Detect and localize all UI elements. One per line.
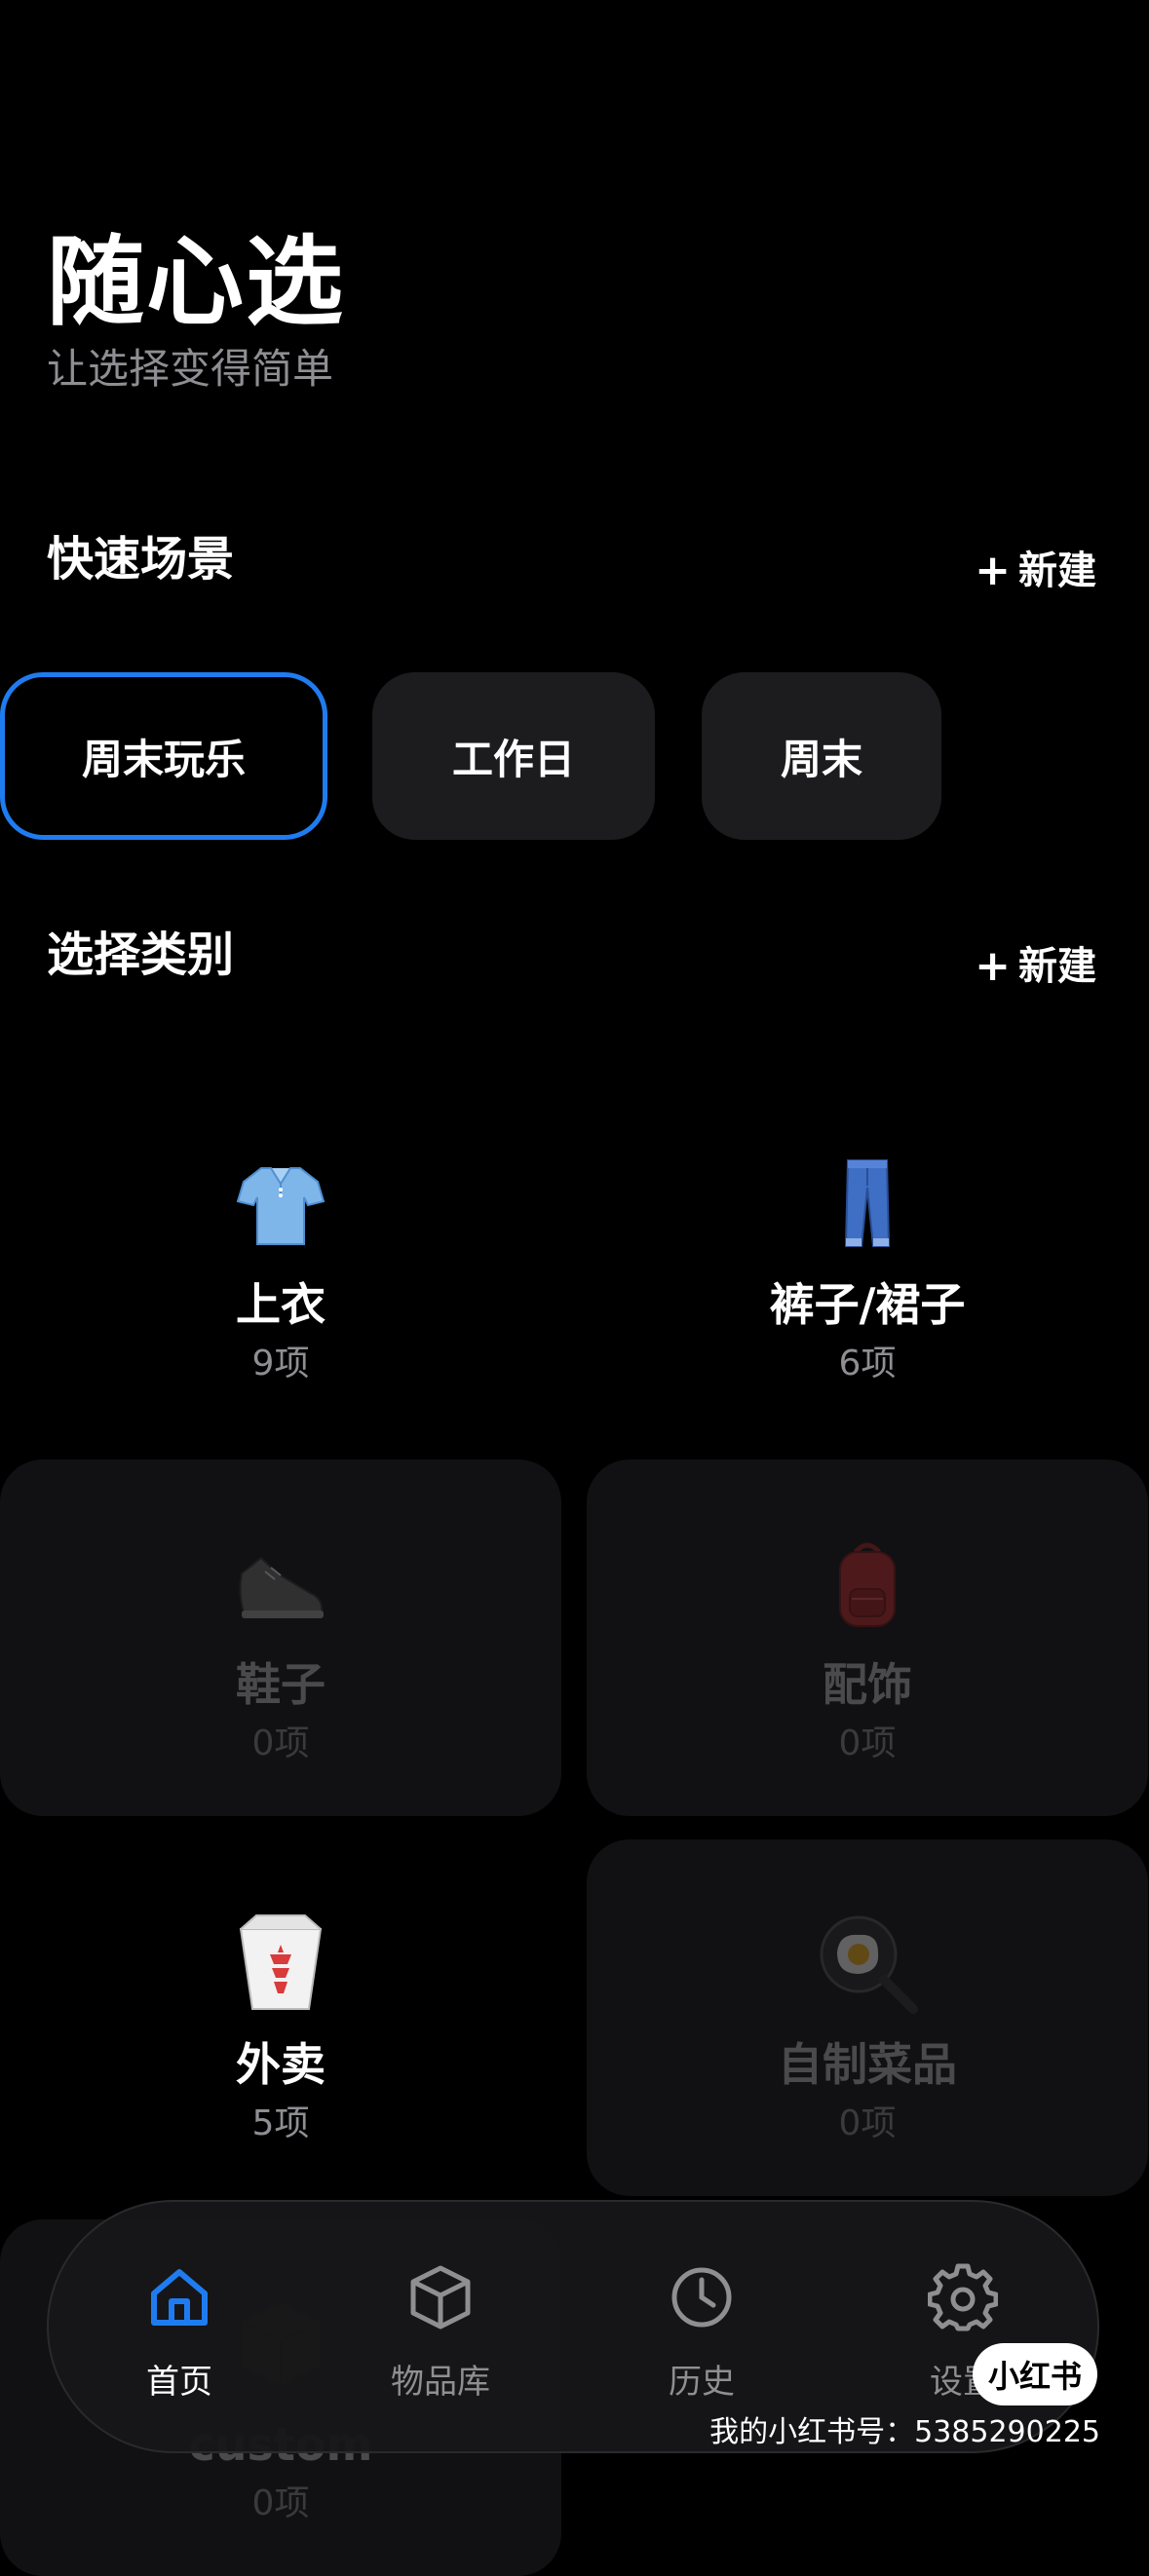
category-name: 鞋子 [236, 1658, 326, 1711]
category-count: 5项 [251, 2103, 310, 2143]
category-card-tops[interactable]: 上衣 9项 [0, 1080, 561, 1436]
new-scene-button[interactable]: + 新建 [975, 549, 1096, 592]
sneaker-icon [0, 1530, 561, 1637]
xiaohongshu-account-id: 我的小红书号：5385290225 [709, 2415, 1100, 2449]
categories-section-title: 选择类别 [47, 928, 235, 982]
category-count: 0项 [838, 1724, 897, 1763]
frying-pan-icon [587, 1910, 1148, 2017]
xiaohongshu-badge: 小红书 [973, 2343, 1097, 2406]
clock-icon [671, 2267, 732, 2328]
category-name: 自制菜品 [778, 2038, 957, 2091]
new-scene-label: 新建 [1018, 549, 1096, 593]
plus-icon: + [975, 546, 1011, 595]
backpack-icon [587, 1530, 1148, 1637]
tab-settings[interactable]: 设置 [856, 2202, 1070, 2451]
category-card-shoes[interactable]: 鞋子 0项 [0, 1459, 561, 1816]
category-count: 6项 [838, 1344, 897, 1383]
tab-label: 首页 [146, 2363, 212, 2402]
gear-icon [928, 2263, 998, 2331]
category-count: 0项 [251, 2483, 310, 2523]
category-card-accessories[interactable]: 配饰 0项 [587, 1459, 1148, 1816]
tab-history[interactable]: 历史 [594, 2202, 809, 2451]
jeans-icon [587, 1150, 1148, 1257]
scene-chip-weekend-fun[interactable]: 周末玩乐 [0, 672, 327, 840]
scene-chip-workday[interactable]: 工作日 [372, 672, 655, 840]
new-category-label: 新建 [1018, 944, 1096, 989]
plus-icon: + [975, 941, 1011, 991]
category-card-homemade[interactable]: 自制菜品 0项 [587, 1839, 1148, 2196]
category-name: 外卖 [236, 2038, 326, 2091]
new-category-button[interactable]: + 新建 [975, 945, 1096, 988]
category-name: 裤子/裙子 [769, 1278, 966, 1331]
app-subtitle: 让选择变得简单 [47, 345, 334, 393]
category-count: 0项 [251, 1724, 310, 1763]
scenes-section-title: 快速场景 [47, 532, 235, 587]
tab-home[interactable]: 首页 [72, 2202, 287, 2451]
tab-label: 物品库 [391, 2363, 490, 2402]
category-count: 9项 [251, 1344, 310, 1383]
category-card-pants-skirts[interactable]: 裤子/裙子 6项 [587, 1080, 1148, 1436]
box-icon [410, 2265, 471, 2330]
home-icon [151, 2269, 208, 2326]
category-count: 0项 [838, 2103, 897, 2143]
tab-library[interactable]: 物品库 [333, 2202, 548, 2451]
category-name: 上衣 [236, 1278, 326, 1331]
t-shirt-icon [0, 1150, 561, 1257]
tab-label: 历史 [669, 2363, 735, 2402]
category-card-takeout[interactable]: 外卖 5项 [0, 1839, 561, 2196]
takeout-box-icon [0, 1910, 561, 2017]
scene-chip-weekend[interactable]: 周末 [702, 672, 941, 840]
app-title: 随心选 [47, 225, 345, 339]
category-name: 配饰 [823, 1658, 912, 1711]
